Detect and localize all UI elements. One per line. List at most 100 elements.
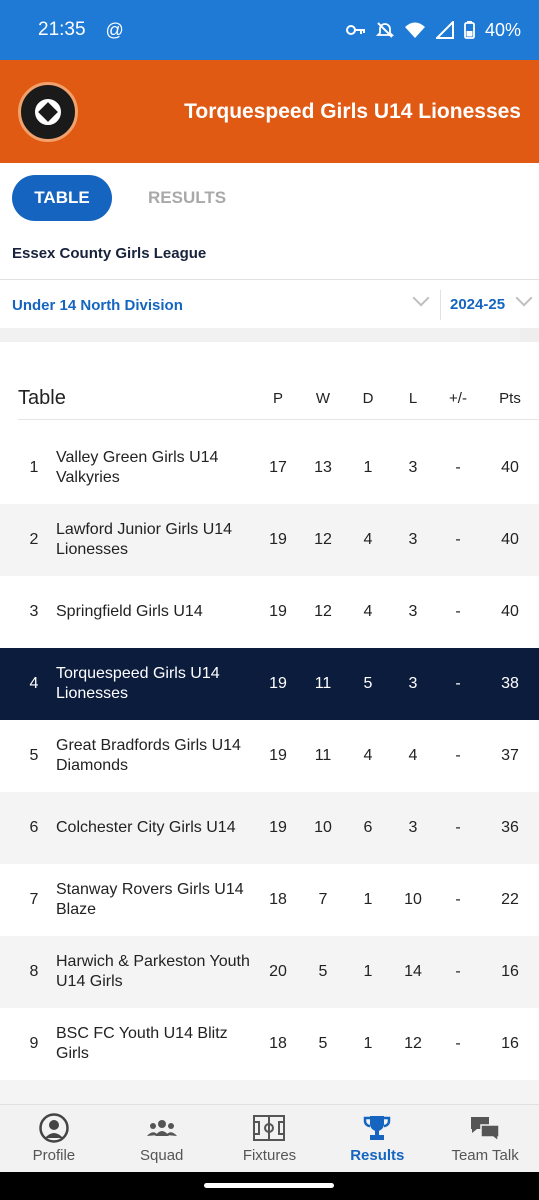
row-team: BSC FC Youth U14 Blitz Girls xyxy=(56,1025,228,1062)
row-lost: 4 xyxy=(408,747,418,764)
pitch-icon xyxy=(253,1113,286,1143)
row-team: Colchester City Girls U14 xyxy=(56,819,236,836)
row-lost: 14 xyxy=(404,963,422,980)
table-row[interactable]: 1 Valley Green Girls U14 Valkyries 17 13… xyxy=(0,432,539,504)
row-drawn: 6 xyxy=(363,819,373,836)
gesture-bar xyxy=(0,1172,539,1200)
col-header-l: L xyxy=(408,389,418,407)
row-position: 3 xyxy=(29,603,39,620)
table-row[interactable]: 2 Lawford Junior Girls U14 Lionesses 19 … xyxy=(0,504,539,576)
row-points: 38 xyxy=(501,675,519,692)
row-points: 40 xyxy=(501,531,519,548)
table-row-partial[interactable] xyxy=(0,1080,539,1104)
row-won: 10 xyxy=(314,819,332,836)
trophy-icon xyxy=(363,1113,391,1143)
team-title: Torquespeed Girls U14 Lionesses xyxy=(184,99,521,123)
row-points: 16 xyxy=(501,1035,519,1052)
nav-squad-label: Squad xyxy=(140,1147,184,1164)
division-select[interactable]: Under 14 North Division xyxy=(12,297,183,314)
row-won: 12 xyxy=(314,531,332,548)
section-separator xyxy=(0,328,539,342)
table-row[interactable]: 3 Springfield Girls U14 19 12 4 3 - 40 xyxy=(0,576,539,648)
row-won: 11 xyxy=(314,675,332,692)
home-indicator[interactable] xyxy=(204,1183,334,1188)
row-points: 37 xyxy=(501,747,519,764)
mute-icon xyxy=(375,22,394,38)
tab-bar: TABLE RESULTS xyxy=(0,163,539,233)
filter-selectors: Under 14 North Division 2024-25 xyxy=(0,282,539,328)
row-played: 19 xyxy=(269,531,287,548)
row-played: 19 xyxy=(269,603,287,620)
row-points: 22 xyxy=(501,891,519,908)
bottom-nav: Profile Squad Fixtures Results Team Talk xyxy=(0,1104,539,1172)
nav-profile-label: Profile xyxy=(32,1147,76,1164)
row-goal-diff: - xyxy=(455,819,461,836)
row-won: 5 xyxy=(318,963,328,980)
col-header-p: P xyxy=(272,389,283,407)
nav-squad[interactable]: Squad xyxy=(108,1105,216,1172)
row-drawn: 1 xyxy=(363,1035,373,1052)
status-icons: 40% xyxy=(345,20,521,41)
row-lost: 3 xyxy=(408,531,418,548)
chevron-down-icon[interactable] xyxy=(412,289,430,307)
league-table: 1 Valley Green Girls U14 Valkyries 17 13… xyxy=(0,432,539,1104)
table-row-highlighted[interactable]: 4 Torquespeed Girls U14 Lionesses 19 11 … xyxy=(0,648,539,720)
divider xyxy=(0,279,539,280)
row-won: 7 xyxy=(318,891,328,908)
at-icon: @ xyxy=(105,19,124,40)
row-points: 16 xyxy=(501,963,519,980)
tab-results[interactable]: RESULTS xyxy=(148,188,226,208)
row-team: Harwich & Parkeston Youth U14 Girls xyxy=(56,953,250,990)
row-played: 19 xyxy=(269,819,287,836)
nav-fixtures-label: Fixtures xyxy=(242,1147,297,1164)
row-position: 6 xyxy=(29,819,39,836)
row-goal-diff: - xyxy=(455,891,461,908)
col-header-w: W xyxy=(315,389,331,407)
col-header-d: D xyxy=(362,389,374,407)
row-goal-diff: - xyxy=(455,531,461,548)
col-header-gd: +/- xyxy=(449,389,467,407)
nav-fixtures[interactable]: Fixtures xyxy=(216,1105,324,1172)
row-played: 17 xyxy=(269,459,287,476)
tab-table[interactable]: TABLE xyxy=(12,175,112,221)
row-goal-diff: - xyxy=(455,459,461,476)
row-drawn: 4 xyxy=(363,531,373,548)
club-logo xyxy=(18,81,78,142)
row-goal-diff: - xyxy=(455,1035,461,1052)
row-goal-diff: - xyxy=(455,747,461,764)
divider xyxy=(440,290,441,320)
season-select[interactable]: 2024-25 xyxy=(450,296,505,313)
nav-team-talk[interactable]: Team Talk xyxy=(431,1105,539,1172)
row-lost: 3 xyxy=(408,819,418,836)
key-icon xyxy=(345,25,365,35)
row-position: 7 xyxy=(29,891,39,908)
nav-profile[interactable]: Profile xyxy=(0,1105,108,1172)
profile-icon xyxy=(39,1113,69,1143)
signal-icon xyxy=(435,21,454,39)
table-row[interactable]: 8 Harwich & Parkeston Youth U14 Girls 20… xyxy=(0,936,539,1008)
nav-results[interactable]: Results xyxy=(323,1105,431,1172)
row-drawn: 5 xyxy=(363,675,373,692)
table-row[interactable]: 5 Great Bradfords Girls U14 Diamonds 19 … xyxy=(0,720,539,792)
row-won: 13 xyxy=(314,459,332,476)
league-name: Essex County Girls League xyxy=(12,245,207,262)
row-drawn: 1 xyxy=(363,459,373,476)
row-team: Springfield Girls U14 xyxy=(56,603,203,620)
row-played: 18 xyxy=(269,891,287,908)
chevron-down-icon[interactable] xyxy=(515,289,533,307)
row-position: 8 xyxy=(29,963,39,980)
row-lost: 10 xyxy=(404,891,422,908)
row-won: 12 xyxy=(314,603,332,620)
table-row[interactable]: 9 BSC FC Youth U14 Blitz Girls 18 5 1 12… xyxy=(0,1008,539,1080)
row-team: Great Bradfords Girls U14 Diamonds xyxy=(56,737,241,774)
table-row[interactable]: 6 Colchester City Girls U14 19 10 6 3 - … xyxy=(0,792,539,864)
table-title: Table xyxy=(18,386,66,409)
row-drawn: 1 xyxy=(363,963,373,980)
table-row[interactable]: 7 Stanway Rovers Girls U14 Blaze 18 7 1 … xyxy=(0,864,539,936)
app-header: Torquespeed Girls U14 Lionesses xyxy=(0,60,539,163)
row-team: Torquespeed Girls U14 Lionesses xyxy=(56,665,220,702)
row-goal-diff: - xyxy=(455,963,461,980)
row-lost: 3 xyxy=(408,459,418,476)
row-position: 2 xyxy=(29,531,39,548)
row-played: 20 xyxy=(269,963,287,980)
